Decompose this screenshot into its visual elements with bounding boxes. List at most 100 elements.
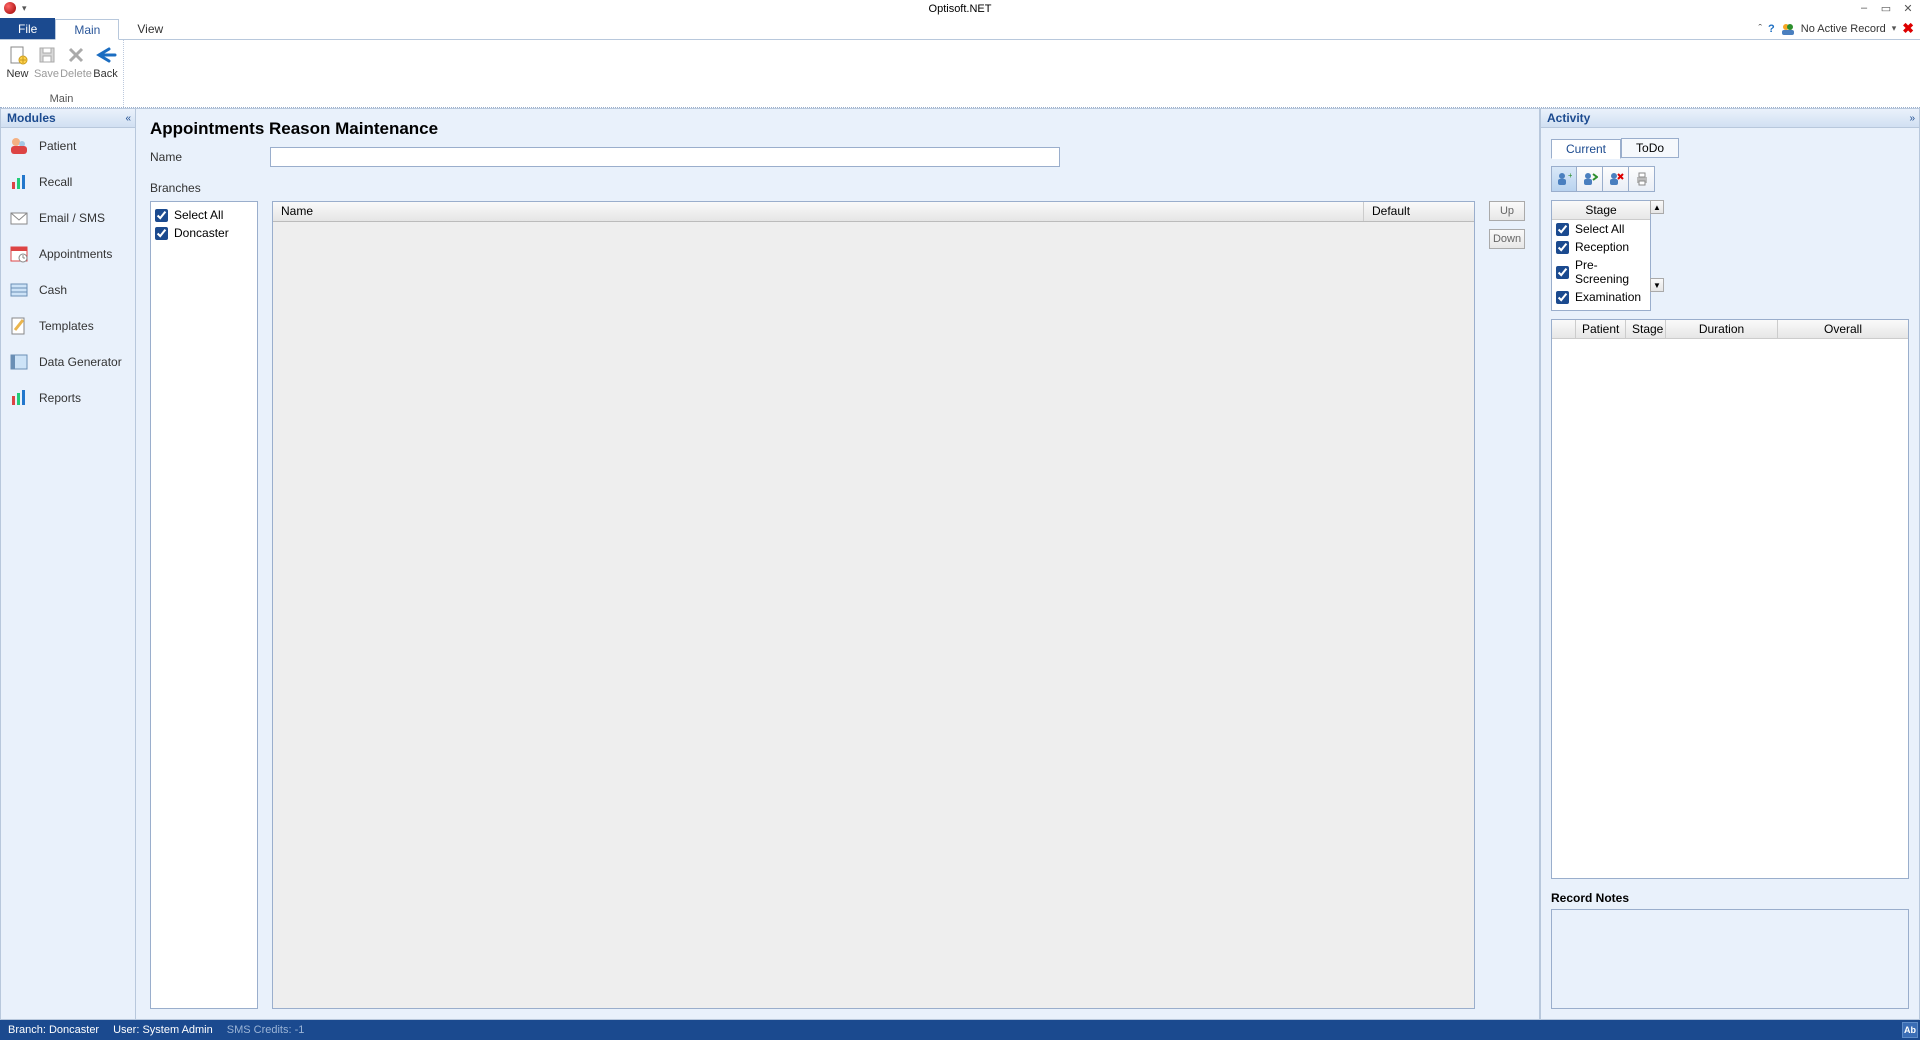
- remove-user-button[interactable]: [1603, 166, 1629, 192]
- new-icon: [7, 44, 29, 66]
- checkbox[interactable]: [1556, 241, 1569, 254]
- ribbon-group-label: Main: [0, 93, 123, 107]
- tab-main[interactable]: Main: [55, 19, 119, 40]
- module-label: Email / SMS: [39, 211, 105, 225]
- record-notes-title: Record Notes: [1551, 887, 1909, 909]
- add-user-button[interactable]: +: [1551, 166, 1577, 192]
- col-stage[interactable]: Stage: [1626, 320, 1666, 338]
- save-button[interactable]: Save: [33, 44, 60, 80]
- patient-icon: [9, 136, 29, 156]
- recall-icon: [9, 172, 29, 192]
- active-record-dropdown-icon[interactable]: ▾: [1892, 23, 1897, 34]
- users-icon[interactable]: [1781, 22, 1795, 36]
- stage-header: Stage: [1552, 201, 1650, 220]
- stage-check-examination[interactable]: Examination: [1556, 288, 1646, 306]
- module-patient[interactable]: Patient: [1, 128, 135, 164]
- stage-scroll-down-icon[interactable]: ▼: [1650, 278, 1664, 292]
- stage-box: Stage Select All Reception Pre-Screening…: [1551, 200, 1651, 311]
- activity-toolbar: +: [1551, 166, 1655, 192]
- module-label: Recall: [39, 175, 72, 189]
- check-label: Pre-Screening: [1575, 258, 1646, 286]
- checkbox[interactable]: [155, 209, 168, 222]
- back-label: Back: [93, 68, 117, 80]
- close-record-icon[interactable]: ✖: [1902, 20, 1914, 37]
- menubar: File Main View ˆ ? No Active Record ▾ ✖: [0, 18, 1920, 40]
- title-bar: ▾ Optisoft.NET – ▭ ✕: [0, 0, 1920, 18]
- print-button[interactable]: [1629, 166, 1655, 192]
- delete-button[interactable]: Delete: [62, 44, 90, 80]
- branch-grid-body[interactable]: [273, 222, 1474, 1008]
- minimize-button[interactable]: –: [1858, 2, 1870, 14]
- module-templates[interactable]: Templates: [1, 308, 135, 344]
- checkbox[interactable]: [1556, 266, 1569, 279]
- col-patient[interactable]: Patient: [1576, 320, 1626, 338]
- activity-grid-header: Patient Stage Duration Overall: [1552, 320, 1908, 339]
- module-reports[interactable]: Reports: [1, 380, 135, 416]
- new-button[interactable]: New: [4, 44, 31, 80]
- module-data-generator[interactable]: Data Generator: [1, 344, 135, 380]
- stage-check-pre-screening[interactable]: Pre-Screening: [1556, 256, 1646, 288]
- stage-check-select-all[interactable]: Select All: [1556, 220, 1646, 238]
- stage-list: Select All Reception Pre-Screening Exami…: [1552, 220, 1650, 310]
- modules-header: Modules «: [0, 108, 136, 128]
- branches-area: Select All Doncaster Name Default Up Dow…: [150, 201, 1525, 1009]
- activity-grid-body[interactable]: [1552, 339, 1908, 878]
- qat: ▾: [4, 2, 27, 14]
- status-ab-badge[interactable]: Ab: [1902, 1022, 1918, 1038]
- check-label: Examination: [1575, 290, 1641, 304]
- next-user-button[interactable]: [1577, 166, 1603, 192]
- col-overall[interactable]: Overall: [1778, 320, 1908, 338]
- module-cash[interactable]: Cash: [1, 272, 135, 308]
- activity-collapse-icon[interactable]: »: [1909, 113, 1913, 124]
- checkbox[interactable]: [1556, 223, 1569, 236]
- down-button[interactable]: Down: [1489, 229, 1525, 249]
- branch-check-select-all[interactable]: Select All: [155, 206, 253, 224]
- branch-grid: Name Default: [272, 201, 1475, 1009]
- activity-body: Current ToDo +: [1540, 128, 1920, 1020]
- status-sms: SMS Credits: -1: [227, 1024, 305, 1036]
- checkbox[interactable]: [155, 227, 168, 240]
- tab-view[interactable]: View: [119, 18, 181, 39]
- module-recall[interactable]: Recall: [1, 164, 135, 200]
- activity-grid: Patient Stage Duration Overall: [1551, 319, 1909, 879]
- svg-text:+: +: [1568, 171, 1572, 180]
- stage-scroll-up-icon[interactable]: ▲: [1650, 200, 1664, 214]
- record-notes-box[interactable]: [1551, 909, 1909, 1009]
- module-label: Data Generator: [39, 355, 122, 369]
- maximize-button[interactable]: ▭: [1880, 2, 1892, 14]
- status-bar: Branch: Doncaster User: System Admin SMS…: [0, 1020, 1920, 1040]
- collapse-ribbon-icon[interactable]: ˆ: [1758, 23, 1762, 35]
- tab-current[interactable]: Current: [1551, 139, 1621, 159]
- activity-pane: Activity » Current ToDo +: [1540, 108, 1920, 1020]
- back-button[interactable]: Back: [92, 44, 119, 80]
- check-label: Select All: [1575, 222, 1624, 236]
- tab-file[interactable]: File: [0, 18, 55, 39]
- delete-label: Delete: [60, 68, 92, 80]
- col-spacer: [1552, 320, 1576, 338]
- close-button[interactable]: ✕: [1902, 2, 1914, 14]
- new-label: New: [6, 68, 28, 80]
- app-icon: [4, 2, 16, 14]
- body: Modules « Patient Recall Email / SMS App…: [0, 108, 1920, 1020]
- col-default[interactable]: Default: [1364, 202, 1474, 221]
- branch-check-doncaster[interactable]: Doncaster: [155, 224, 253, 242]
- name-input[interactable]: [270, 147, 1060, 167]
- status-user: User: System Admin: [113, 1024, 213, 1036]
- modules-title: Modules: [7, 111, 56, 125]
- stage-check-reception[interactable]: Reception: [1556, 238, 1646, 256]
- qat-customize-icon[interactable]: ▾: [22, 3, 27, 14]
- name-row: Name: [150, 147, 1525, 167]
- modules-collapse-icon[interactable]: «: [125, 113, 129, 124]
- data-generator-icon: [9, 352, 29, 372]
- checkbox[interactable]: [1556, 291, 1569, 304]
- module-appointments[interactable]: Appointments: [1, 236, 135, 272]
- col-duration[interactable]: Duration: [1666, 320, 1778, 338]
- col-name[interactable]: Name: [273, 202, 1364, 221]
- tab-todo[interactable]: ToDo: [1621, 138, 1679, 158]
- help-icon[interactable]: ?: [1768, 23, 1775, 35]
- activity-header: Activity »: [1540, 108, 1920, 128]
- up-button[interactable]: Up: [1489, 201, 1525, 221]
- module-label: Appointments: [39, 247, 112, 261]
- module-email-sms[interactable]: Email / SMS: [1, 200, 135, 236]
- email-icon: [9, 208, 29, 228]
